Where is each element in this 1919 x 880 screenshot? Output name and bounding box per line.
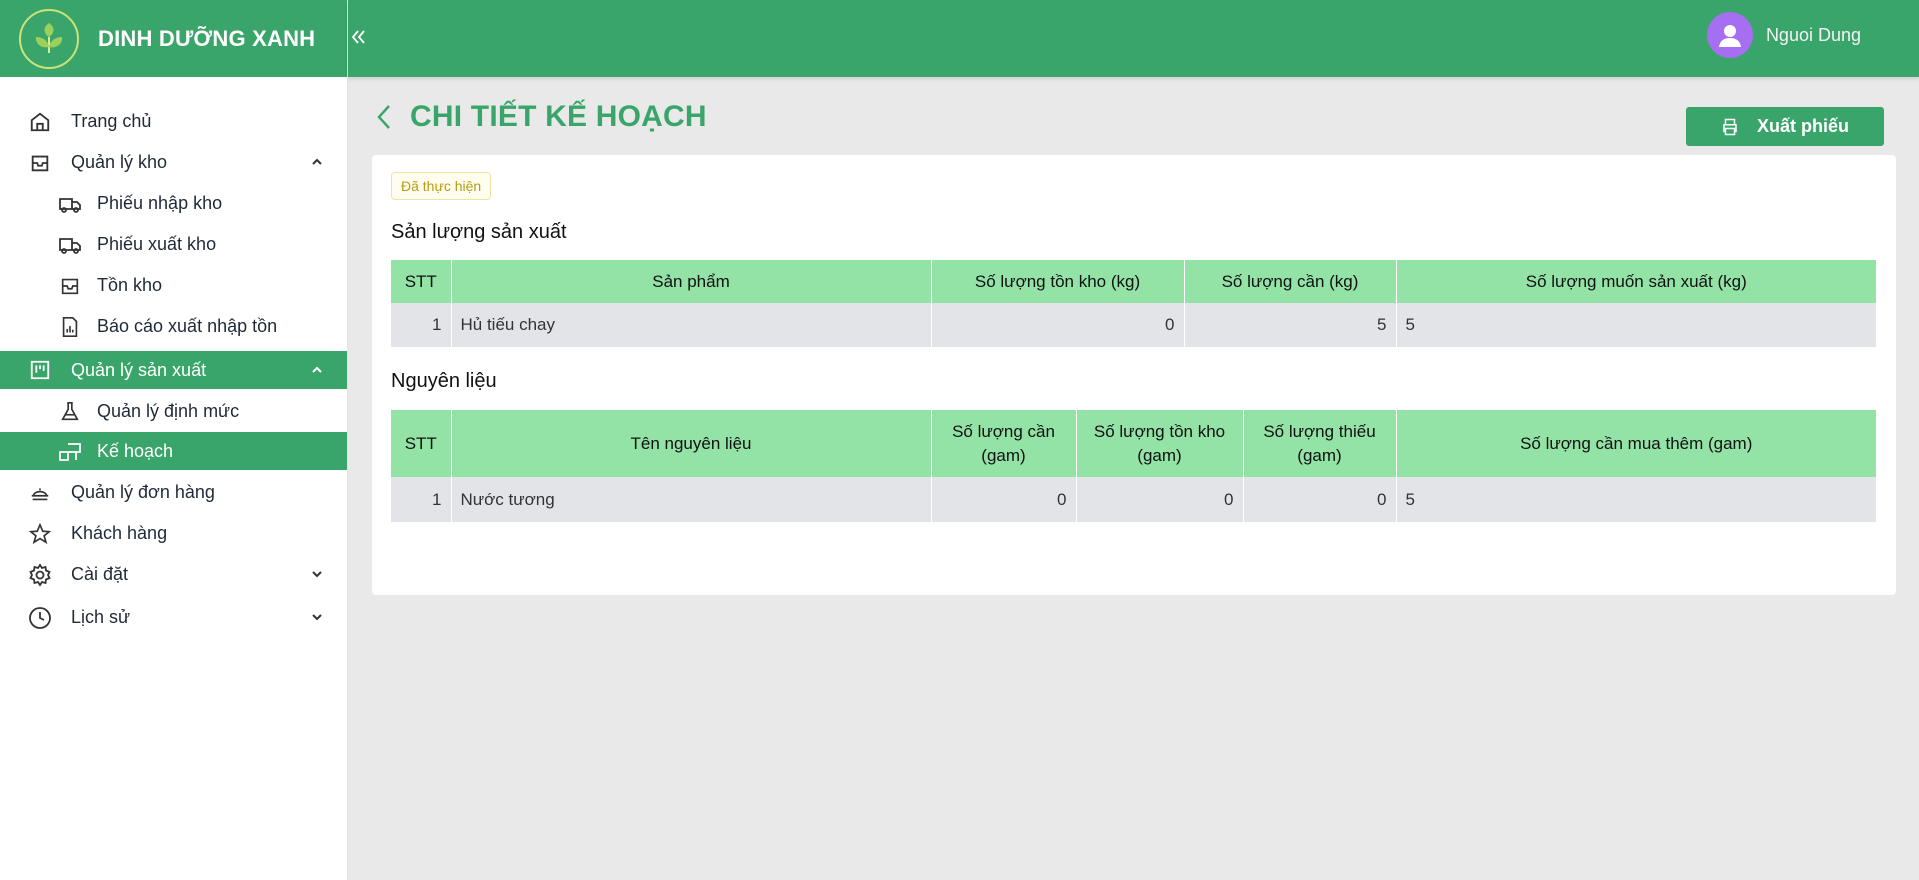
- cloche-icon: [28, 481, 52, 505]
- sidebar-item-export-receipt[interactable]: Phiếu xuất kho: [0, 224, 347, 265]
- avatar: [1706, 12, 1753, 58]
- cell-required: 5: [1184, 303, 1397, 347]
- table-row[interactable]: 1 Hủ tiếu chay 0 5 5: [391, 303, 1876, 347]
- cell-stock: 0: [1076, 477, 1244, 522]
- sidebar-item-label: Quản lý định mức: [97, 401, 240, 421]
- cell-required: 0: [931, 477, 1077, 522]
- production-table: STT Sản phẩm Số lượng tồn kho (kg) Số lư…: [391, 260, 1876, 347]
- blocks-icon: [58, 439, 82, 463]
- brand[interactable]: DINH DƯỠNG XANH: [0, 0, 347, 77]
- sidebar-item-plan[interactable]: Kế hoạch: [0, 432, 347, 470]
- sidebar-item-norms[interactable]: Quản lý định mức: [0, 391, 347, 432]
- star-icon: [28, 522, 52, 546]
- inbox-icon: [58, 274, 82, 298]
- cell-stt: 1: [391, 477, 452, 522]
- chevron-down-icon: [312, 614, 322, 621]
- sidebar-item-inventory[interactable]: Tồn kho: [0, 265, 347, 306]
- page-title: CHI TIẾT KẾ HOẠCH: [410, 100, 707, 133]
- sidebar-item-home[interactable]: Trang chủ: [0, 101, 347, 142]
- cell-stt: 1: [391, 303, 452, 347]
- table-row[interactable]: 1 Nước tương 0 0 0 5: [391, 477, 1876, 522]
- page-header: CHI TIẾT KẾ HOẠCH: [374, 100, 707, 134]
- cell-material: Nước tương: [451, 477, 932, 522]
- truck-in-icon: [58, 192, 82, 216]
- report-icon: [58, 315, 82, 339]
- cell-to-buy: 5: [1396, 477, 1876, 522]
- plan-detail-card: Đã thực hiện Sản lượng sản xuất STT Sản …: [372, 155, 1896, 595]
- sidebar-item-label: Kế hoạch: [97, 440, 174, 461]
- cell-product: Hủ tiếu chay: [451, 303, 932, 347]
- export-receipt-button[interactable]: Xuất phiếu: [1686, 107, 1884, 146]
- back-arrow-icon[interactable]: [374, 101, 398, 133]
- brand-name: DINH DƯỠNG XANH: [98, 25, 316, 51]
- sidebar-item-customers[interactable]: Khách hàng: [0, 513, 347, 554]
- sidebar: DINH DƯỠNG XANH Trang chủ Quản lý kho Ph…: [0, 0, 348, 880]
- materials-table: STT Tên nguyên liệu Số lượng cần (gam) S…: [391, 410, 1876, 522]
- status-badge: Đã thực hiện: [391, 172, 492, 200]
- topbar: Nguoi Dung: [348, 0, 1919, 77]
- column-header: Số lượng tồn kho (kg): [931, 260, 1185, 303]
- sidebar-item-label: Lịch sử: [71, 607, 131, 627]
- leaf-logo-icon: [19, 8, 79, 69]
- chevron-down-icon: [312, 571, 322, 578]
- sidebar-item-label: Khách hàng: [71, 523, 168, 543]
- column-header: Tên nguyên liệu: [451, 410, 932, 477]
- user-name: Nguoi Dung: [1765, 24, 1861, 45]
- column-header: Số lượng thiếu (gam): [1243, 410, 1397, 477]
- column-header: STT: [391, 410, 452, 477]
- table-header-row: STT Sản phẩm Số lượng tồn kho (kg) Số lư…: [391, 260, 1876, 303]
- chevron-up-icon: [312, 158, 322, 165]
- sidebar-item-history[interactable]: Lịch sử: [0, 597, 347, 638]
- sidebar-item-label: Quản lý sản xuất: [71, 359, 207, 380]
- sidebar-item-label: Phiếu nhập kho: [97, 193, 223, 213]
- sidebar-item-production[interactable]: Quản lý sản xuất: [0, 351, 347, 389]
- clock-icon: [28, 606, 52, 630]
- table-header-row: STT Tên nguyên liệu Số lượng cần (gam) S…: [391, 410, 1876, 477]
- printer-icon: [1721, 118, 1739, 136]
- gear-icon: [28, 562, 52, 587]
- column-header: Số lượng tồn kho (gam): [1076, 410, 1244, 477]
- cell-stock: 0: [931, 303, 1185, 347]
- sidebar-item-label: Cài đặt: [71, 564, 129, 584]
- sidebar-item-label: Phiếu xuất kho: [97, 234, 217, 254]
- column-header: STT: [391, 260, 452, 303]
- column-header: Số lượng cần (kg): [1184, 260, 1397, 303]
- column-header: Số lượng muốn sản xuất (kg): [1396, 260, 1876, 303]
- collapse-sidebar-icon[interactable]: [348, 24, 370, 48]
- kanban-icon: [28, 358, 52, 382]
- chevron-up-icon: [312, 366, 322, 373]
- flask-icon: [58, 400, 82, 424]
- truck-icon: [58, 233, 82, 257]
- materials-section-title: Nguyên liệu: [391, 370, 497, 392]
- sidebar-item-label: Trang chủ: [71, 111, 152, 131]
- user-menu[interactable]: Nguoi Dung: [1706, 12, 1861, 58]
- column-header: Số lượng cần (gam): [931, 410, 1077, 477]
- inbox-icon: [28, 151, 52, 175]
- sidebar-item-label: Quản lý đơn hàng: [71, 482, 215, 502]
- sidebar-item-label: Báo cáo xuất nhập tồn: [97, 316, 278, 336]
- sidebar-item-warehouse[interactable]: Quản lý kho: [0, 142, 347, 183]
- home-icon: [28, 110, 52, 134]
- sidebar-item-orders[interactable]: Quản lý đơn hàng: [0, 472, 347, 513]
- sidebar-item-label: Quản lý kho: [71, 152, 168, 172]
- sidebar-item-settings[interactable]: Cài đặt: [0, 554, 347, 595]
- sidebar-nav: Trang chủ Quản lý kho Phiếu nhập kho Phi…: [0, 77, 347, 638]
- column-header: Số lượng cần mua thêm (gam): [1396, 410, 1876, 477]
- sidebar-item-label: Tồn kho: [97, 275, 163, 295]
- cell-shortage: 0: [1243, 477, 1397, 522]
- column-header: Sản phẩm: [451, 260, 932, 303]
- export-receipt-label: Xuất phiếu: [1756, 116, 1849, 136]
- production-section-title: Sản lượng sản xuất: [391, 221, 567, 243]
- sidebar-item-report[interactable]: Báo cáo xuất nhập tồn: [0, 306, 347, 347]
- cell-desired: 5: [1396, 303, 1876, 347]
- sidebar-item-import-receipt[interactable]: Phiếu nhập kho: [0, 183, 347, 224]
